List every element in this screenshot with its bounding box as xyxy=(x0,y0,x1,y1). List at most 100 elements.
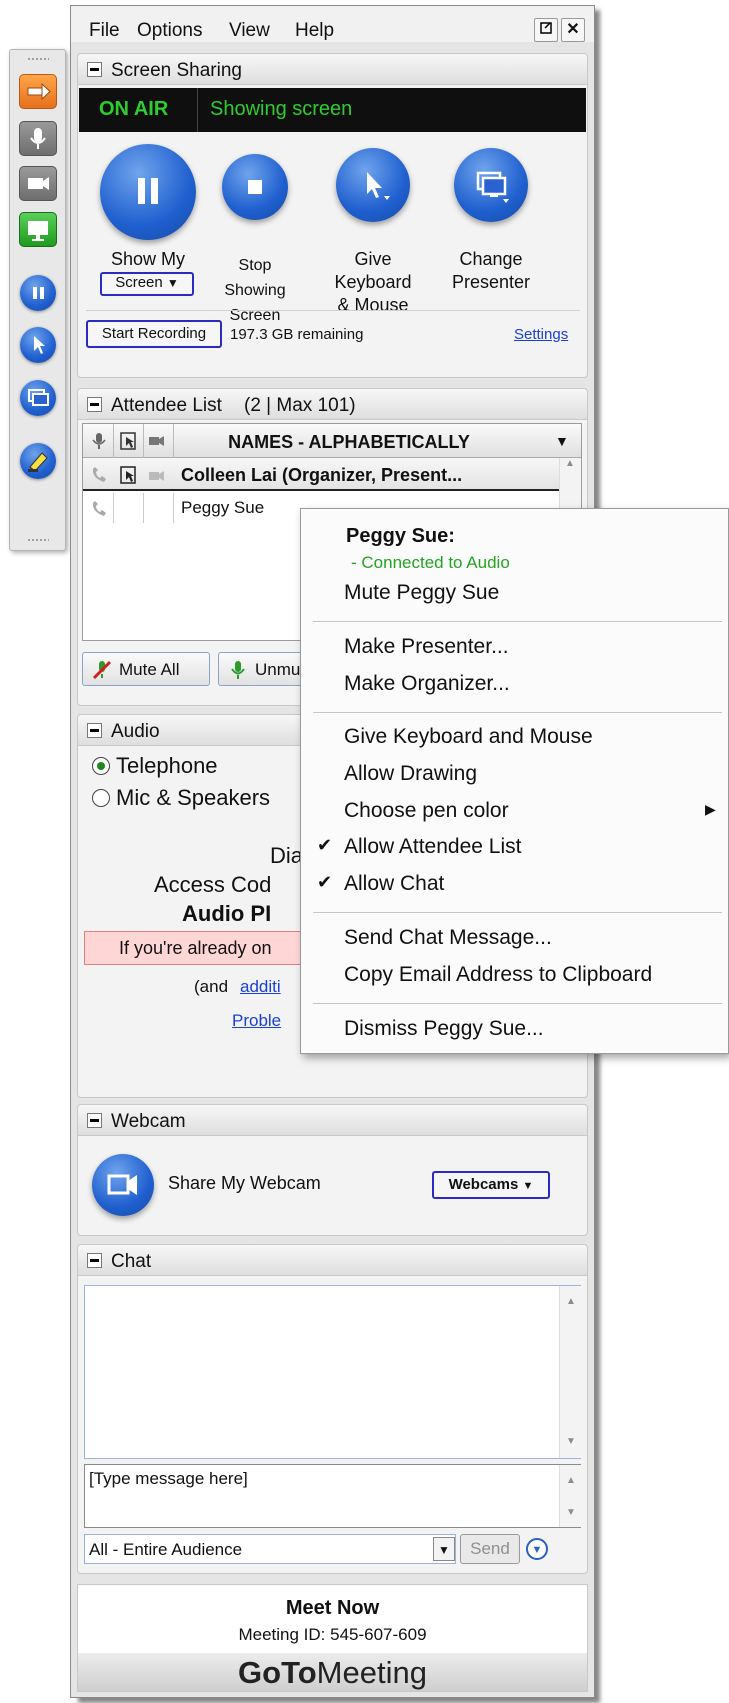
sort-dropdown-icon[interactable]: ▼ xyxy=(555,433,569,449)
attendee-list-title: Attendee List xyxy=(111,395,222,416)
mute-microphone-icon xyxy=(92,660,112,680)
gotomeeting-logo: GoToMeeting xyxy=(78,1653,587,1691)
settings-link[interactable]: Settings xyxy=(514,326,568,343)
attendee-row[interactable]: Colleen Lai (Organizer, Present... xyxy=(83,458,559,491)
give-label-1: Give xyxy=(354,249,392,269)
toolbar-pause-button[interactable] xyxy=(20,275,56,311)
toolbar-drawing-button[interactable] xyxy=(20,443,56,479)
screen-icon xyxy=(28,221,48,241)
webcam-icon xyxy=(107,1174,137,1195)
meeting-id: Meeting ID: 545-607-609 xyxy=(238,1625,427,1644)
chevron-down-icon: ▼ xyxy=(166,276,179,290)
toolbar-pointer-button[interactable] xyxy=(20,327,56,363)
telephone-radio[interactable] xyxy=(92,757,110,775)
context-menu-header: Peggy Sue: xyxy=(346,525,455,547)
chat-input-placeholder: [Type message here] xyxy=(89,1469,248,1488)
menu-allow-attendee-list[interactable]: Allow Attendee List xyxy=(344,835,521,859)
toolbar-grip[interactable] xyxy=(27,57,49,61)
collapse-attendee-list-button[interactable] xyxy=(87,397,102,412)
access-code-label: Access Cod xyxy=(154,872,272,897)
mic-speakers-radio[interactable] xyxy=(92,789,110,807)
collapse-screen-sharing-button[interactable] xyxy=(87,62,102,77)
menu-pen-color[interactable]: Choose pen color xyxy=(344,799,509,823)
menu-allow-drawing[interactable]: Allow Drawing xyxy=(344,762,477,786)
menu-send-chat[interactable]: Send Chat Message... xyxy=(344,926,552,950)
show-my-screen-select[interactable]: Screen ▼ xyxy=(100,272,194,296)
scroll-down-icon[interactable]: ▼ xyxy=(566,1507,576,1518)
toolbar-mic-button[interactable] xyxy=(19,121,57,156)
stop-showing-button[interactable] xyxy=(222,154,288,220)
scroll-up-icon[interactable]: ▲ xyxy=(566,1475,576,1486)
on-air-label: ON AIR xyxy=(99,98,169,120)
menu-make-presenter[interactable]: Make Presenter... xyxy=(344,635,509,659)
webcams-dropdown[interactable]: Webcams ▼ xyxy=(432,1171,550,1199)
menu-allow-chat[interactable]: Allow Chat xyxy=(344,872,444,896)
problems-link[interactable]: Proble xyxy=(232,1011,281,1031)
logo-goto: GoTo xyxy=(238,1655,317,1690)
toolbar-grip-bottom[interactable] xyxy=(27,538,49,542)
chat-input[interactable]: [Type message here] ▲ ▼ xyxy=(84,1464,581,1528)
chevron-down-icon[interactable]: ▼ xyxy=(433,1537,455,1561)
audio-warning-banner: If you're already on xyxy=(84,931,310,965)
mute-all-label: Mute All xyxy=(119,660,180,679)
collapse-webcam-button[interactable] xyxy=(87,1113,102,1128)
share-webcam-button[interactable] xyxy=(92,1154,154,1216)
arrow-right-icon xyxy=(27,82,51,101)
scroll-down-icon[interactable]: ▼ xyxy=(566,1436,576,1447)
start-recording-button[interactable]: Start Recording xyxy=(86,320,222,348)
meet-now-label: Meet Now xyxy=(285,1597,380,1619)
telephone-icon xyxy=(92,501,106,516)
mute-all-button[interactable]: Mute All xyxy=(82,652,210,686)
menu-file[interactable]: File xyxy=(89,20,120,42)
pointer-icon xyxy=(367,172,390,200)
toolbar-collapse-button[interactable] xyxy=(19,74,57,109)
chat-input-scrollbar[interactable]: ▲ ▼ xyxy=(559,1465,581,1527)
detach-window-button[interactable] xyxy=(534,18,558,42)
audio-title: Audio xyxy=(111,721,160,742)
toolbar-screen-button[interactable] xyxy=(19,212,57,247)
floating-toolbar xyxy=(9,49,66,551)
toolbar-presenter-button[interactable] xyxy=(20,380,56,416)
highlighter-icon xyxy=(28,452,48,472)
telephone-option-label: Telephone xyxy=(116,753,218,778)
collapse-chat-button[interactable] xyxy=(87,1253,102,1268)
menu-make-organizer[interactable]: Make Organizer... xyxy=(344,672,510,696)
attendee-table-header: NAMES - ALPHABETICALLY ▼ xyxy=(83,424,581,458)
connected-status: - Connected to Audio xyxy=(351,553,510,572)
menu-give-keyboard[interactable]: Give Keyboard and Mouse xyxy=(344,725,593,749)
change-presenter-button[interactable] xyxy=(454,148,528,222)
chat-options-button[interactable]: ▼ xyxy=(526,1538,548,1560)
names-sort-header[interactable]: NAMES - ALPHABETICALLY xyxy=(179,432,519,453)
pointer-icon xyxy=(34,336,45,354)
close-window-button[interactable]: ✕ xyxy=(561,18,585,42)
keyboard-icon xyxy=(120,466,136,484)
toolbar-webcam-button[interactable] xyxy=(19,166,57,201)
detach-icon xyxy=(540,22,552,34)
pause-sharing-button[interactable] xyxy=(100,144,196,240)
give-keyboard-mouse-button[interactable] xyxy=(336,148,410,222)
chat-recipient-select[interactable]: All - Entire Audience ▼ xyxy=(84,1534,456,1564)
keyboard-icon xyxy=(120,432,136,450)
additional-numbers-link[interactable]: additi xyxy=(240,977,281,997)
logo-meeting: Meeting xyxy=(316,1655,427,1690)
menu-mute-peggy[interactable]: Mute Peggy Sue xyxy=(344,581,499,605)
chat-history[interactable]: ▲ ▼ xyxy=(84,1285,581,1459)
menu-dismiss[interactable]: Dismiss Peggy Sue... xyxy=(344,1017,544,1041)
webcam-section: Webcam Share My Webcam Webcams ▼ xyxy=(77,1104,588,1236)
collapse-audio-button[interactable] xyxy=(87,723,102,738)
send-button[interactable]: Send xyxy=(460,1534,520,1564)
chat-history-scrollbar[interactable]: ▲ ▼ xyxy=(559,1286,581,1458)
menu-help[interactable]: Help xyxy=(295,20,334,42)
menu-bar: File Options View Help ✕ xyxy=(71,6,594,42)
submenu-arrow-icon: ▶ xyxy=(705,801,716,817)
checkmark-icon: ✔ xyxy=(317,872,333,892)
meeting-footer: Meet Now Meeting ID: 545-607-609 GoToMee… xyxy=(77,1584,588,1692)
share-webcam-label: Share My Webcam xyxy=(168,1173,321,1193)
menu-view[interactable]: View xyxy=(229,20,270,42)
unmute-all-label: Unmu xyxy=(255,660,301,679)
scroll-up-icon[interactable]: ▲ xyxy=(566,1296,576,1307)
menu-copy-email[interactable]: Copy Email Address to Clipboard xyxy=(344,963,652,987)
dial-label: Dia xyxy=(270,843,304,868)
menu-options[interactable]: Options xyxy=(137,20,202,42)
stop-label-1: Stop xyxy=(238,257,272,274)
